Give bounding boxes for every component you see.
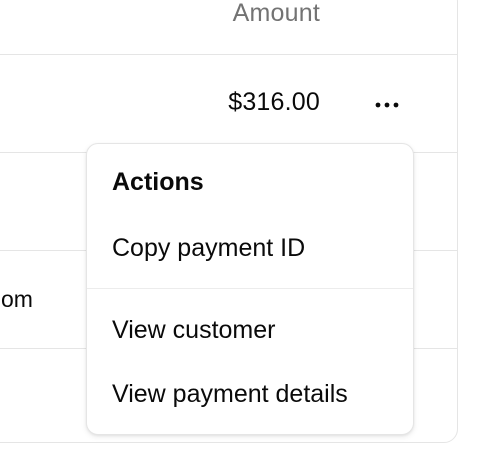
ellipsis-horizontal-icon <box>375 102 399 108</box>
row-actions-button[interactable] <box>371 89 403 121</box>
amount-cell: $316.00 <box>228 88 320 116</box>
table-header-row: Amount <box>0 0 457 55</box>
menu-item-view-payment-details[interactable]: View payment details <box>95 366 405 422</box>
menu-item-copy-payment-id[interactable]: Copy payment ID <box>95 220 405 276</box>
row-actions-menu: Actions Copy payment ID View customer Vi… <box>86 143 414 435</box>
column-header-amount[interactable]: Amount <box>233 0 320 28</box>
table-row: $316.00 <box>0 55 457 153</box>
menu-item-label: View payment details <box>112 380 348 408</box>
email-cell: om <box>1 286 33 312</box>
menu-label: Actions <box>112 168 204 196</box>
menu-item-label: View customer <box>112 316 276 344</box>
menu-separator <box>87 288 413 289</box>
payments-table-view: Amount $316.00 om Actions Copy payment I… <box>0 0 498 454</box>
menu-item-view-customer[interactable]: View customer <box>95 302 405 358</box>
menu-item-label: Copy payment ID <box>112 234 306 262</box>
